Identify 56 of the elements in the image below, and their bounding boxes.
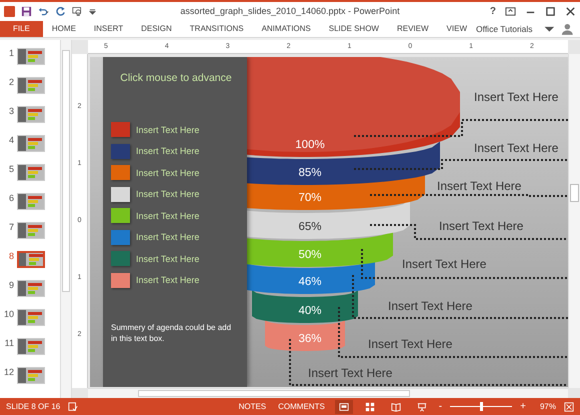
percent-label: 85% — [298, 167, 322, 179]
percent-label: 40% — [298, 305, 322, 317]
notes-button[interactable]: NOTES — [236, 402, 268, 411]
ribbon-tab[interactable]: INSERT — [84, 20, 132, 36]
slide-number: 3 — [8, 106, 14, 116]
ribbon-tab[interactable]: DESIGN — [132, 20, 181, 36]
slide-number: 7 — [8, 222, 14, 232]
callout-text: Insert Text Here — [402, 257, 486, 271]
slide-number: 2 — [8, 77, 14, 87]
legend-label: Insert Text Here — [136, 146, 200, 156]
legend-label: Insert Text Here — [136, 124, 200, 134]
zoom-in-button[interactable]: + — [520, 401, 526, 412]
callout-text: Insert Text Here — [439, 219, 524, 233]
ribbon-tab[interactable]: SLIDE SHOW — [320, 20, 388, 36]
slide-heading: Click mouse to advance — [119, 72, 233, 84]
callout-text: Insert Text Here — [437, 179, 522, 193]
slide-number: 1 — [8, 48, 14, 58]
percent-label: 36% — [298, 333, 322, 345]
legend-label: Insert Text Here — [136, 275, 200, 285]
slide-number: 9 — [8, 280, 14, 290]
slide-counter: SLIDE 8 OF 16 — [6, 402, 60, 411]
comments-button[interactable]: COMMENTS — [276, 402, 327, 411]
slide-number: 4 — [8, 135, 14, 145]
callout-text: Insert Text Here — [474, 90, 558, 104]
slide-number: 8 — [8, 251, 14, 261]
zoom-level[interactable]: 97% — [540, 402, 556, 411]
slide-number: 6 — [8, 193, 14, 203]
legend-label: Insert Text Here — [136, 189, 200, 199]
ribbon-tab[interactable]: ANIMATIONS — [252, 20, 320, 36]
slide-number: 12 — [2, 367, 14, 377]
slide-number: 10 — [2, 309, 14, 319]
percent-label: 100% — [295, 139, 325, 151]
window-title: assorted_graph_slides_2010_14060.pptx - PowerPoint — [179, 6, 401, 16]
legend-label: Insert Text Here — [136, 232, 200, 242]
percent-label: 70% — [298, 192, 322, 204]
ribbon-tab[interactable]: TRANSITIONS — [180, 20, 253, 36]
slide-number: 5 — [8, 164, 14, 174]
callout-text: Insert Text Here — [368, 337, 452, 351]
callout-text: Insert Text Here — [474, 141, 558, 155]
slide-number: 11 — [4, 338, 14, 348]
account-name[interactable]: Office Tutorials — [476, 24, 533, 34]
ribbon-tab[interactable]: HOME — [42, 20, 85, 36]
callout-text: Insert Text Here — [388, 299, 472, 313]
legend-label: Insert Text Here — [136, 210, 200, 220]
ribbon-tab[interactable]: FILE — [0, 20, 43, 36]
legend-label: Insert Text Here — [136, 168, 200, 178]
legend-label: Insert Text Here — [136, 254, 200, 264]
help-button[interactable]: ? — [490, 6, 496, 16]
callout-text: Insert Text Here — [308, 366, 392, 380]
percent-label: 50% — [298, 249, 322, 261]
percent-label: 46% — [298, 276, 322, 288]
percent-label: 65% — [298, 221, 322, 233]
zoom-out-button[interactable]: - — [438, 401, 442, 412]
summary-text: Summery of agenda could be add in this text box. — [111, 322, 232, 344]
ribbon-tab[interactable]: VIEW — [438, 20, 476, 36]
ribbon-tab[interactable]: REVIEW — [388, 20, 438, 36]
